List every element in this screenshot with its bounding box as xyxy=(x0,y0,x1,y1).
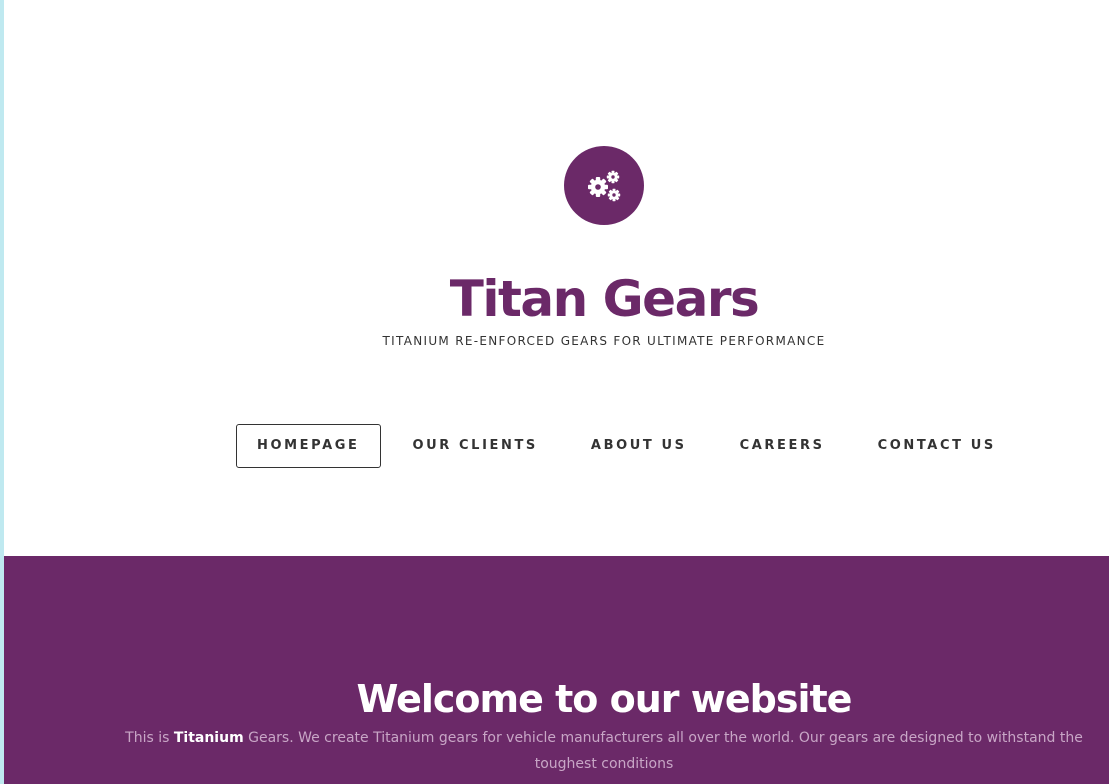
nav-item-homepage[interactable]: HOMEPAGE xyxy=(236,424,381,468)
nav-item-our-clients[interactable]: OUR CLIENTS xyxy=(392,424,559,468)
welcome-text-suffix: Gears. We create Titanium gears for vehi… xyxy=(243,730,1083,772)
gears-icon xyxy=(588,170,621,202)
nav-item-about-us[interactable]: ABOUT US xyxy=(570,424,708,468)
site-tagline: TITANIUM RE-ENFORCED GEARS FOR ULTIMATE … xyxy=(382,334,826,348)
welcome-text: This is Titanium Gears. We create Titani… xyxy=(104,725,1104,777)
welcome-text-prefix: This is xyxy=(125,730,174,746)
welcome-text-bold: Titanium xyxy=(173,730,244,746)
main-nav: HOMEPAGE OUR CLIENTS ABOUT US CAREERS CO… xyxy=(236,424,1028,468)
nav-item-careers[interactable]: CAREERS xyxy=(719,424,846,468)
nav-item-contact-us[interactable]: CONTACT US xyxy=(857,424,1017,468)
welcome-title: Welcome to our website xyxy=(356,677,853,721)
site-header: Titan Gears TITANIUM RE-ENFORCED GEARS F… xyxy=(4,0,1109,556)
logo[interactable] xyxy=(564,146,644,225)
welcome-section: Welcome to our website This is Titanium … xyxy=(4,556,1109,784)
site-title[interactable]: Titan Gears xyxy=(4,266,1109,332)
